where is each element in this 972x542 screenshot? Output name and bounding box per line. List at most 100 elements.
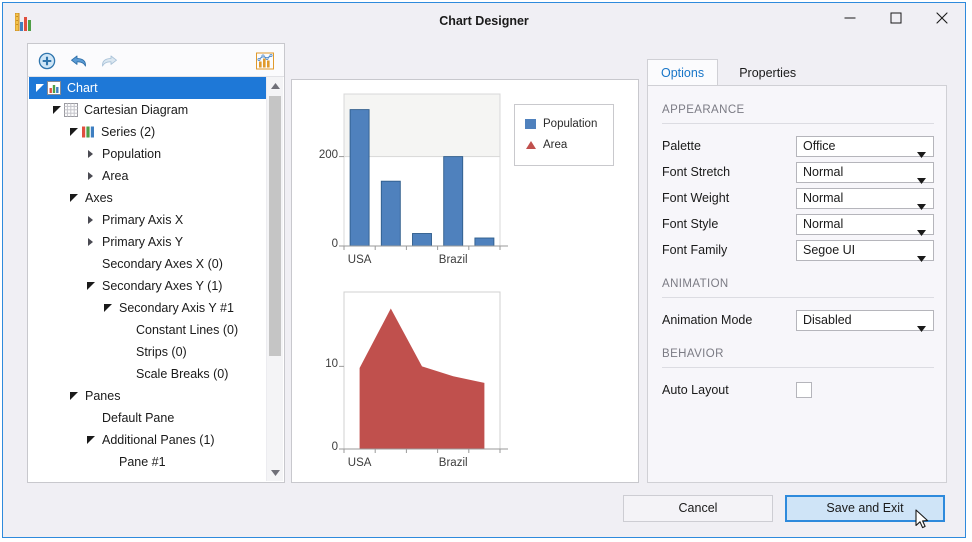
x-axis-tick-label: Brazil	[423, 457, 483, 469]
twisty-collapsed-icon[interactable]	[86, 231, 98, 253]
chart-designer-window: Chart Designer	[2, 2, 966, 538]
chart-element-tree[interactable]: ChartCartesian DiagramSeries (2)Populati…	[29, 77, 267, 481]
tree-item[interactable]: Secondary Axes X (0)	[29, 253, 267, 275]
twisty-expanded-icon[interactable]	[86, 275, 98, 297]
tree-item[interactable]: Population	[29, 143, 267, 165]
tree-item[interactable]: Panes	[29, 385, 267, 407]
chevron-down-icon	[917, 223, 926, 241]
twisty-placeholder	[86, 253, 98, 275]
twisty-expanded-icon[interactable]	[103, 297, 115, 319]
tree-item[interactable]: Scale Breaks (0)	[29, 363, 267, 385]
tree-item[interactable]: Series (2)	[29, 121, 267, 143]
scrollbar-thumb[interactable]	[269, 96, 281, 356]
twisty-expanded-icon[interactable]	[69, 121, 81, 143]
legend-square-marker	[525, 118, 537, 130]
combo-font-style[interactable]: Normal	[796, 214, 934, 235]
undo-arrow-icon	[70, 54, 88, 68]
tree-item[interactable]: Secondary Axes Y (1)	[29, 275, 267, 297]
twisty-collapsed-icon[interactable]	[86, 209, 98, 231]
combo-font-family[interactable]: Segoe UI	[796, 240, 934, 261]
chevron-down-icon	[917, 197, 926, 215]
property-label: Auto Layout	[662, 383, 729, 397]
redo-button[interactable]	[96, 49, 122, 73]
chart-wizard-button[interactable]	[252, 49, 278, 73]
maximize-button[interactable]	[873, 3, 919, 33]
twisty-placeholder	[103, 451, 115, 473]
add-element-button[interactable]	[34, 49, 60, 73]
tree-item-label: Cartesian Diagram	[80, 99, 188, 121]
property-label: Palette	[662, 139, 701, 153]
combo-value: Disabled	[803, 313, 852, 327]
tree-item[interactable]: Primary Axis X	[29, 209, 267, 231]
series-bars-icon	[81, 121, 97, 143]
cancel-button[interactable]: Cancel	[623, 495, 773, 522]
section-divider	[662, 297, 934, 298]
tree-scrollbar[interactable]	[266, 77, 283, 481]
y-axis-tick-label: 0	[306, 441, 338, 453]
twisty-placeholder	[86, 407, 98, 429]
chevron-down-icon	[271, 470, 280, 476]
tree-item-label: Panes	[81, 385, 120, 407]
twisty-collapsed-icon[interactable]	[86, 143, 98, 165]
dialog-footer: Cancel Save and Exit	[3, 483, 965, 537]
close-button[interactable]	[919, 3, 965, 33]
tree-item[interactable]: Constant Lines (0)	[29, 319, 267, 341]
tree-item-label: Primary Axis Y	[98, 231, 183, 253]
minimize-button[interactable]	[827, 3, 873, 33]
tree-item-label: Secondary Axes Y (1)	[98, 275, 222, 297]
combo-value: Segoe UI	[803, 243, 855, 257]
tree-item[interactable]: Secondary Axis Y #1	[29, 297, 267, 319]
chart-legend: PopulationArea	[514, 104, 614, 166]
twisty-collapsed-icon[interactable]	[86, 165, 98, 187]
combo-value: Normal	[803, 165, 843, 179]
tree-item[interactable]: Axes	[29, 187, 267, 209]
tree-item[interactable]: Additional Panes (1)	[29, 429, 267, 451]
combo-font-stretch[interactable]: Normal	[796, 162, 934, 183]
twisty-expanded-icon[interactable]	[52, 99, 64, 121]
window-title: Chart Designer	[3, 14, 965, 28]
chevron-up-icon	[271, 83, 280, 89]
combo-font-weight[interactable]: Normal	[796, 188, 934, 209]
section-divider	[662, 367, 934, 368]
chart-preview-panel: 0200USABrazilPopulationArea 010USABrazil	[291, 79, 639, 483]
combo-animation-mode[interactable]: Disabled	[796, 310, 934, 331]
tree-item-label: Scale Breaks (0)	[132, 363, 228, 385]
combo-palette[interactable]: Office	[796, 136, 934, 157]
section-header: BEHAVIOR	[662, 348, 724, 360]
tree-item[interactable]: Cartesian Diagram	[29, 99, 267, 121]
twisty-expanded-icon[interactable]	[35, 77, 47, 99]
legend-triangle-marker	[525, 139, 537, 151]
chevron-down-icon	[917, 145, 926, 163]
tree-item-label: Secondary Axes X (0)	[98, 253, 223, 275]
property-label: Font Family	[662, 243, 727, 257]
save-and-exit-button[interactable]: Save and Exit	[785, 495, 945, 522]
close-icon	[937, 13, 948, 24]
tree-item[interactable]: Area	[29, 165, 267, 187]
redo-arrow-icon	[100, 54, 118, 68]
undo-button[interactable]	[66, 49, 92, 73]
tree-item-label: Area	[98, 165, 128, 187]
twisty-expanded-icon[interactable]	[69, 385, 81, 407]
twisty-expanded-icon[interactable]	[86, 429, 98, 451]
options-tab-pane: APPEARANCEPaletteOfficeFont StretchNorma…	[647, 85, 947, 483]
tab-options[interactable]: Options	[647, 59, 718, 86]
tree-item[interactable]: Strips (0)	[29, 341, 267, 363]
grid-icon	[64, 99, 80, 121]
tree-item-label: Pane #1	[115, 451, 166, 473]
tree-item[interactable]: Pane #1	[29, 451, 267, 473]
tab-properties[interactable]: Properties	[726, 60, 809, 87]
scroll-down-button[interactable]	[267, 464, 283, 481]
chart-wizard-icon	[256, 53, 274, 70]
checkbox-auto-layout[interactable]	[796, 382, 812, 398]
tree-item[interactable]: Primary Axis Y	[29, 231, 267, 253]
twisty-expanded-icon[interactable]	[69, 187, 81, 209]
minimize-icon	[845, 13, 856, 24]
tree-item[interactable]: Default Pane	[29, 407, 267, 429]
add-circle-icon	[39, 53, 56, 70]
tree-item[interactable]: Chart	[29, 77, 267, 99]
scroll-up-button[interactable]	[267, 77, 283, 94]
area-chart-preview[interactable]: 010USABrazil	[292, 282, 638, 482]
bar-chart-preview[interactable]: 0200USABrazilPopulationArea	[292, 80, 638, 282]
tree-item-label: Secondary Axis Y #1	[115, 297, 234, 319]
tree-item-label: Strips (0)	[132, 341, 187, 363]
